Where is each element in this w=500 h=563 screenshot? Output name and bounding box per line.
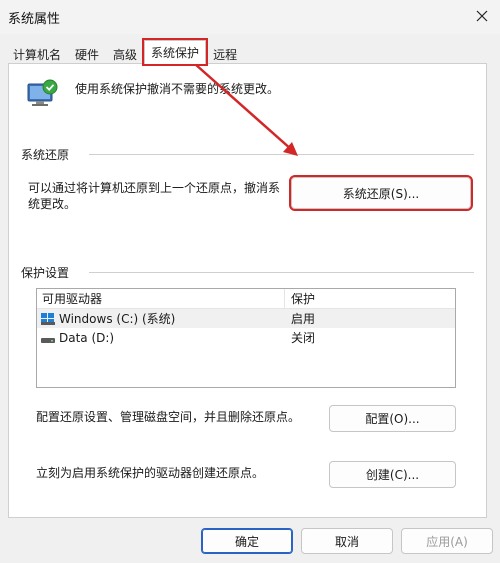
tab-remote[interactable]: 远程 bbox=[206, 43, 244, 64]
system-restore-button[interactable]: 系统还原(S)... bbox=[289, 175, 473, 211]
close-button[interactable] bbox=[464, 0, 500, 32]
drive-status: 关闭 bbox=[291, 331, 316, 345]
drive-name: Windows (C:) (系统) bbox=[59, 312, 176, 326]
create-description: 立刻为启用系统保护的驱动器创建还原点。 bbox=[36, 466, 265, 480]
configure-description: 配置还原设置、管理磁盘空间，并且删除还原点。 bbox=[36, 410, 301, 424]
intro-text: 使用系统保护撤消不需要的系统更改。 bbox=[75, 82, 280, 96]
protection-group-title: 保护设置 bbox=[21, 264, 76, 281]
restore-group-title: 系统还原 bbox=[21, 146, 76, 163]
column-header-protection[interactable]: 保护 bbox=[285, 289, 315, 308]
drive-list[interactable]: 可用驱动器 保护 Windows (C:) (系统) 启用 Data (D:) … bbox=[36, 288, 456, 388]
drive-row-d[interactable]: Data (D:) 关闭 bbox=[37, 328, 455, 347]
system-protection-panel: 使用系统保护撤消不需要的系统更改。 系统还原 可以通过将计算机还原到上一个还原点… bbox=[8, 63, 487, 518]
restore-group-divider bbox=[89, 154, 474, 155]
drive-name: Data (D:) bbox=[59, 330, 115, 345]
system-protection-icon bbox=[27, 79, 58, 106]
tab-system-protection[interactable]: 系统保护 bbox=[142, 38, 209, 66]
drive-icon bbox=[41, 337, 55, 343]
tab-strip: 计算机名 硬件 高级 系统保护 远程 bbox=[6, 38, 244, 66]
dialog-footer: 确定 取消 应用(A) bbox=[0, 520, 500, 563]
restore-description: 可以通过将计算机还原到上一个还原点，撤消系统更改。 bbox=[28, 181, 281, 211]
tab-computer-name[interactable]: 计算机名 bbox=[6, 43, 68, 64]
window-title: 系统属性 bbox=[8, 12, 61, 27]
system-drive-icon bbox=[41, 312, 55, 325]
close-icon bbox=[476, 10, 488, 22]
system-properties-window: 系统属性 计算机名 硬件 高级 系统保护 远程 使用系统保护撤消不需要的系统更改… bbox=[0, 0, 500, 563]
configure-button[interactable]: 配置(O)... bbox=[329, 405, 456, 432]
create-button[interactable]: 创建(C)... bbox=[329, 461, 456, 488]
protection-group-divider bbox=[89, 272, 474, 273]
apply-button[interactable]: 应用(A) bbox=[401, 528, 493, 554]
drive-row-c[interactable]: Windows (C:) (系统) 启用 bbox=[37, 309, 455, 328]
list-header: 可用驱动器 保护 bbox=[37, 289, 455, 309]
column-header-drive[interactable]: 可用驱动器 bbox=[37, 289, 285, 308]
title-bar: 系统属性 bbox=[0, 0, 500, 34]
ok-button[interactable]: 确定 bbox=[201, 528, 293, 554]
cancel-button[interactable]: 取消 bbox=[301, 528, 393, 554]
drive-status: 启用 bbox=[291, 312, 316, 326]
tab-hardware[interactable]: 硬件 bbox=[68, 43, 106, 64]
tab-advanced[interactable]: 高级 bbox=[106, 43, 144, 64]
